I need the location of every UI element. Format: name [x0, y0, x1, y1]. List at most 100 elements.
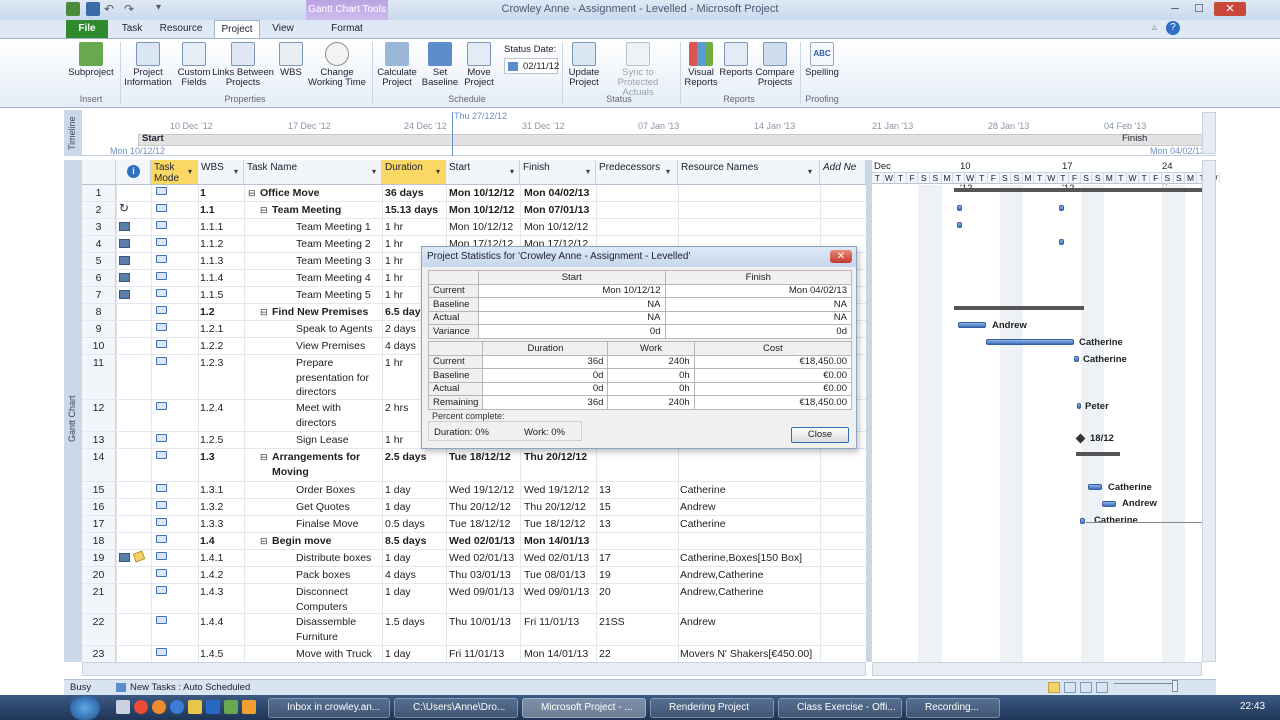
customize-qat-icon[interactable]: ▾ — [156, 2, 170, 16]
task-bar[interactable] — [1080, 518, 1085, 524]
tab-project[interactable]: Project — [214, 20, 260, 38]
summary-bar[interactable] — [954, 188, 1202, 192]
cell-start[interactable]: Thu 20/12/12 — [449, 499, 521, 516]
cell-res[interactable] — [680, 219, 820, 236]
cell-wbs[interactable]: 1.2 — [200, 304, 244, 321]
cell-finish[interactable]: Wed 19/12/12 — [524, 482, 596, 499]
cell-wbs[interactable]: 1.2.4 — [200, 400, 244, 432]
task-bar[interactable] — [1102, 501, 1116, 507]
folder-icon[interactable] — [188, 700, 202, 714]
cell-name[interactable]: Team Meeting 5 — [296, 287, 380, 304]
row-number[interactable]: 2 — [82, 202, 116, 219]
cell-start[interactable]: Thu 03/01/13 — [449, 567, 521, 584]
visual-reports-button[interactable]: Visual Reports — [682, 42, 720, 88]
cell-name[interactable]: Begin move — [272, 533, 380, 550]
cell-start[interactable]: Thu 10/01/13 — [449, 614, 521, 646]
ie-icon[interactable] — [170, 700, 184, 714]
summary-bar[interactable] — [954, 306, 1084, 310]
cell-wbs[interactable]: 1.1.1 — [200, 219, 244, 236]
app-icon[interactable] — [242, 700, 256, 714]
task-bar[interactable] — [1059, 239, 1064, 245]
cell-wbs[interactable]: 1.2.1 — [200, 321, 244, 338]
cell-dur[interactable]: 1 day — [385, 584, 445, 614]
task-bar[interactable] — [958, 322, 986, 328]
row-number[interactable]: 1 — [82, 185, 116, 202]
start-button[interactable] — [70, 696, 100, 720]
cell-name[interactable]: Move with Truck — [296, 646, 380, 663]
column-header-task-name[interactable]: Task Name — [244, 160, 382, 185]
task-bar[interactable] — [1074, 356, 1079, 362]
help-icon[interactable]: ? — [1166, 21, 1180, 35]
start-filter-icon[interactable]: ▾ — [510, 167, 514, 176]
new-tasks-mode[interactable]: New Tasks : Auto Scheduled — [130, 682, 250, 693]
cell-start[interactable]: Mon 10/12/12 — [449, 219, 521, 236]
wbs-filter-icon[interactable]: ▾ — [234, 167, 238, 176]
status-date-field[interactable]: 02/11/12 — [504, 58, 559, 74]
summary-bar[interactable] — [1076, 452, 1120, 456]
cell-res[interactable]: Andrew — [680, 499, 820, 516]
cell-dur[interactable]: 1 day — [385, 499, 445, 516]
row-number[interactable]: 17 — [82, 516, 116, 533]
timeline-panel[interactable] — [64, 110, 1216, 156]
predecessors-filter-icon[interactable]: ▾ — [666, 167, 670, 176]
cell-wbs[interactable]: 1.1.2 — [200, 236, 244, 253]
cell-wbs[interactable]: 1.2.2 — [200, 338, 244, 355]
close-button[interactable]: Close — [791, 427, 849, 443]
cell-wbs[interactable]: 1.4.5 — [200, 646, 244, 663]
gantt-horizontal-scrollbar[interactable] — [872, 662, 1202, 676]
row-number[interactable]: 20 — [82, 567, 116, 584]
compare-projects-button[interactable]: Compare Projects — [754, 42, 796, 88]
cell-wbs[interactable]: 1.1.5 — [200, 287, 244, 304]
row-number[interactable]: 14 — [82, 449, 116, 482]
cell-dur[interactable]: 4 days — [385, 567, 445, 584]
cell-pred[interactable] — [599, 202, 677, 219]
cell-name[interactable]: Get Quotes — [296, 499, 380, 516]
cell-res[interactable] — [680, 533, 820, 550]
cell-dur[interactable]: 36 days — [385, 185, 445, 202]
custom-fields-button[interactable]: Custom Fields — [176, 42, 212, 88]
collapse-icon[interactable]: ⊟ — [260, 307, 268, 318]
cell-name[interactable]: Prepare presentation for directors — [296, 355, 380, 400]
sync-protected-actuals-button[interactable]: Sync to Protected Actuals — [602, 42, 674, 98]
task-bar[interactable] — [1088, 484, 1102, 490]
taskbar-item-active[interactable]: Microsoft Project - ... — [522, 698, 646, 718]
cell-res[interactable]: Andrew — [680, 614, 820, 646]
cell-dur[interactable]: 0.5 days — [385, 516, 445, 533]
cell-res[interactable]: Catherine — [680, 516, 820, 533]
gantt-side-tab[interactable]: Gantt Chart — [64, 160, 82, 662]
cell-start[interactable]: Wed 19/12/12 — [449, 482, 521, 499]
cell-wbs[interactable]: 1.4.1 — [200, 550, 244, 567]
zoom-slider-thumb[interactable] — [1172, 680, 1178, 692]
cell-dur[interactable]: 1 day — [385, 550, 445, 567]
task-bar[interactable] — [986, 339, 1074, 345]
cell-pred[interactable] — [599, 185, 677, 202]
row-number[interactable]: 16 — [82, 499, 116, 516]
calculate-project-button[interactable]: Calculate Project — [374, 42, 420, 88]
taskbar-item[interactable]: Recording... — [906, 698, 1000, 718]
cell-start[interactable]: Wed 02/01/13 — [449, 533, 521, 550]
taskbar-item[interactable]: C:\Users\Anne\Dro... — [394, 698, 518, 718]
cell-wbs[interactable]: 1.3.3 — [200, 516, 244, 533]
column-header-resource-names[interactable]: Resource Names — [678, 160, 820, 185]
cell-wbs[interactable]: 1.2.5 — [200, 432, 244, 449]
save-icon[interactable] — [86, 2, 100, 16]
cell-pred[interactable]: 19 — [599, 567, 677, 584]
cell-finish[interactable]: Wed 02/01/13 — [524, 550, 596, 567]
gantt-view-icon[interactable] — [1048, 682, 1060, 693]
cell-finish[interactable]: Fri 11/01/13 — [524, 614, 596, 646]
timeline-bar[interactable] — [138, 134, 1204, 146]
cell-name[interactable]: Find New Premises — [272, 304, 380, 321]
cell-dur[interactable]: 1.5 days — [385, 614, 445, 646]
spelling-button[interactable]: ABC Spelling — [802, 42, 842, 78]
maximize-icon[interactable]: ☐ — [1190, 2, 1208, 16]
cell-res[interactable] — [680, 449, 820, 482]
cell-pred[interactable]: 22 — [599, 646, 677, 663]
cell-name[interactable]: Team Meeting 3 — [296, 253, 380, 270]
row-number[interactable]: 11 — [82, 355, 116, 400]
cell-finish[interactable]: Tue 18/12/12 — [524, 516, 596, 533]
media-icon[interactable] — [224, 700, 238, 714]
cell-wbs[interactable]: 1.3 — [200, 449, 244, 482]
cell-start[interactable]: Tue 18/12/12 — [449, 516, 521, 533]
team-planner-icon[interactable] — [1080, 682, 1092, 693]
cell-dur[interactable]: 1 day — [385, 646, 445, 663]
